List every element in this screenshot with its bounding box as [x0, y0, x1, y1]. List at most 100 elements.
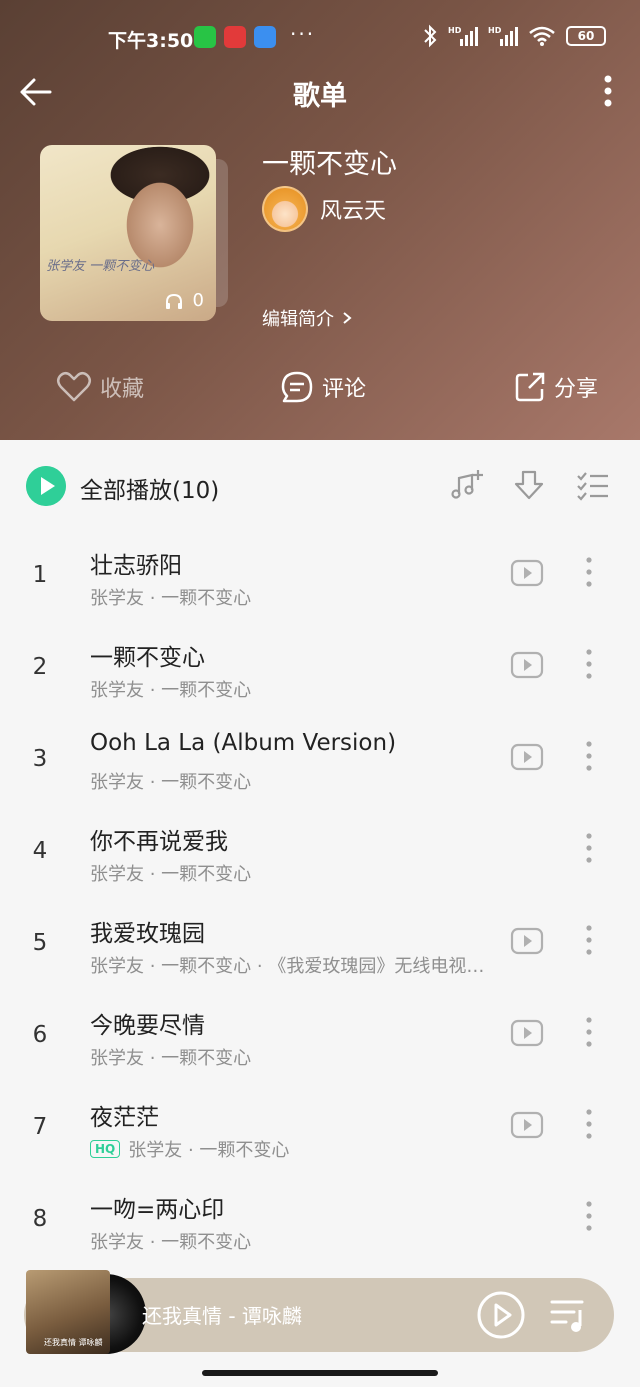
song-subtitle: 张学友 · 一颗不变心	[90, 1044, 251, 1070]
song-row[interactable]: 5 我爱玫瑰园张学友 · 一颗不变心 · 《我爱玫瑰园》无线电视…	[0, 902, 640, 994]
signal-2-icon: HD	[488, 26, 518, 46]
song-row[interactable]: 2 一颗不变心张学友 · 一颗不变心	[0, 626, 640, 718]
avatar[interactable]	[262, 186, 308, 232]
song-artist-album: 张学友 · 一颗不变心	[90, 1232, 252, 1253]
video-play-icon[interactable]	[510, 1016, 544, 1050]
song-subtitle: 张学友 · 一颗不变心	[90, 676, 251, 702]
playlist-cover[interactable]: 张学友 一颗不变心 0	[40, 145, 230, 321]
play-circle-icon[interactable]	[26, 466, 66, 506]
song-title: 今晚要尽情	[90, 1013, 205, 1039]
video-play-icon[interactable]	[510, 924, 544, 958]
song-index: 5	[32, 930, 48, 956]
song-artist-album: 张学友 · 一颗不变心	[90, 588, 252, 609]
video-play-icon[interactable]	[510, 1108, 544, 1142]
mini-player-artwork[interactable]: 还我真情 谭咏麟	[26, 1270, 146, 1354]
song-subtitle: 张学友 · 一颗不变心	[90, 860, 251, 886]
song-subtitle: HQ 张学友 · 一颗不变心	[90, 1136, 289, 1162]
status-more-dots: ···	[290, 22, 316, 46]
more-vertical-icon[interactable]	[582, 1198, 596, 1234]
song-index: 1	[32, 562, 48, 588]
more-vertical-icon[interactable]	[602, 74, 614, 108]
download-icon[interactable]	[512, 468, 546, 502]
music-add-icon[interactable]	[450, 468, 484, 502]
page-title: 歌单	[293, 81, 347, 112]
song-title: 壮志骄阳	[90, 553, 182, 579]
song-artist-album: 张学友 · 一颗不变心	[128, 1140, 290, 1161]
song-artist-album: 张学友 · 一颗不变心	[90, 864, 252, 885]
playlist-title: 一颗不变心	[262, 149, 397, 180]
song-row[interactable]: 6 今晚要尽情 张学友 · 一颗不变心	[0, 994, 640, 1086]
play-circle-outline-icon[interactable]	[476, 1290, 526, 1340]
song-artist-album: 张学友 · 一颗不变心	[90, 772, 252, 793]
play-all-label[interactable]: 全部播放(10)	[80, 471, 219, 505]
song-title: 我爱玫瑰园	[90, 921, 205, 947]
share-button[interactable]: 分享	[514, 364, 598, 410]
listen-count: 0	[165, 290, 204, 311]
song-title: 一颗不变心	[90, 645, 205, 671]
playlist-icon[interactable]	[548, 1296, 588, 1334]
svg-text:HD: HD	[448, 26, 462, 35]
more-vertical-icon[interactable]	[582, 1014, 596, 1050]
more-vertical-icon[interactable]	[582, 1106, 596, 1142]
cover-signature: 张学友 一颗不变心	[46, 259, 155, 274]
checklist-icon[interactable]	[576, 468, 610, 502]
song-index: 3	[32, 746, 48, 772]
comment-icon	[281, 371, 313, 403]
video-play-icon[interactable]	[510, 556, 544, 590]
song-title: 一吻=两心印	[90, 1197, 225, 1223]
song-row[interactable]: 8 一吻=两心印张学友 · 一颗不变心	[0, 1178, 640, 1270]
signal-1-icon: HD	[448, 26, 478, 46]
song-title: 夜茫茫	[90, 1105, 159, 1131]
song-subtitle: 张学友 · 一颗不变心	[90, 768, 251, 794]
creator-name[interactable]: 风云天	[320, 193, 386, 225]
song-index: 2	[32, 654, 48, 680]
home-indicator[interactable]	[202, 1370, 438, 1376]
comment-button[interactable]: 评论	[280, 364, 366, 410]
share-label: 分享	[554, 377, 599, 402]
playlist-actions: 收藏 评论 分享	[0, 364, 640, 414]
more-vertical-icon[interactable]	[582, 646, 596, 682]
heart-icon	[57, 372, 91, 402]
svg-text:HD: HD	[488, 26, 502, 35]
more-vertical-icon[interactable]	[582, 554, 596, 590]
edit-intro-label: 编辑简介	[262, 309, 334, 330]
more-vertical-icon[interactable]	[582, 830, 596, 866]
news-app-icon	[224, 26, 246, 48]
video-play-icon[interactable]	[510, 648, 544, 682]
wifi-icon	[529, 26, 555, 46]
status-icons: HD HD 60	[422, 24, 606, 48]
mini-cover-signature: 还我真情 谭咏麟	[44, 1338, 103, 1347]
battery-indicator: 60	[566, 26, 606, 46]
chevron-right-icon	[343, 312, 352, 324]
edit-intro-link[interactable]: 编辑简介	[262, 305, 352, 331]
song-row[interactable]: 7 夜茫茫 HQ 张学友 · 一颗不变心	[0, 1086, 640, 1178]
more-vertical-icon[interactable]	[582, 738, 596, 774]
cover-image: 张学友 一颗不变心 0	[40, 145, 216, 321]
headphones-icon	[165, 293, 182, 309]
song-row[interactable]: 1 壮志骄阳张学友 · 一颗不变心	[0, 534, 640, 626]
more-vertical-icon[interactable]	[582, 922, 596, 958]
song-list-panel: 全部播放(10) 1 壮志骄阳 张学友 · 一颗不变心 2 一颗不变心 张学友 · 一颗不…	[0, 440, 640, 1387]
nav-bar: 歌单	[0, 66, 640, 116]
song-row[interactable]: 3 Ooh La La (Album Version) 张学友 · 一颗不变心	[0, 718, 640, 810]
creator[interactable]: 风云天	[262, 186, 386, 232]
song-artist-album: 张学友 · 一颗不变心 · 《我爱玫瑰园》无线电视…	[90, 956, 485, 977]
song-subtitle: 张学友 · 一颗不变心 · 《我爱玫瑰园》无线电视…	[90, 952, 484, 978]
hq-badge: HQ	[90, 1140, 121, 1158]
song-title: Ooh La La (Album Version)	[90, 730, 397, 756]
song-subtitle: 张学友 · 一颗不变心	[90, 584, 251, 610]
song-title: 你不再说爱我	[90, 829, 228, 855]
song-index: 8	[32, 1206, 48, 1232]
video-play-icon[interactable]	[510, 740, 544, 774]
song-artist-album: 张学友 · 一颗不变心	[90, 680, 252, 701]
bluetooth-icon	[424, 24, 437, 48]
mini-player[interactable]: 还我真情 谭咏麟 还我真情 - 谭咏麟	[24, 1270, 614, 1354]
song-artist-album: 张学友 · 一颗不变心	[90, 1048, 252, 1069]
cloud-app-icon	[254, 26, 276, 48]
now-playing-track: 还我真情 - 谭咏麟	[142, 1304, 302, 1328]
song-row[interactable]: 4 你不再说爱我张学友 · 一颗不变心	[0, 810, 640, 902]
song-index: 4	[32, 838, 48, 864]
favorite-button[interactable]: 收藏	[56, 364, 144, 410]
share-icon	[515, 372, 545, 402]
status-time: 下午3:50	[108, 30, 194, 52]
